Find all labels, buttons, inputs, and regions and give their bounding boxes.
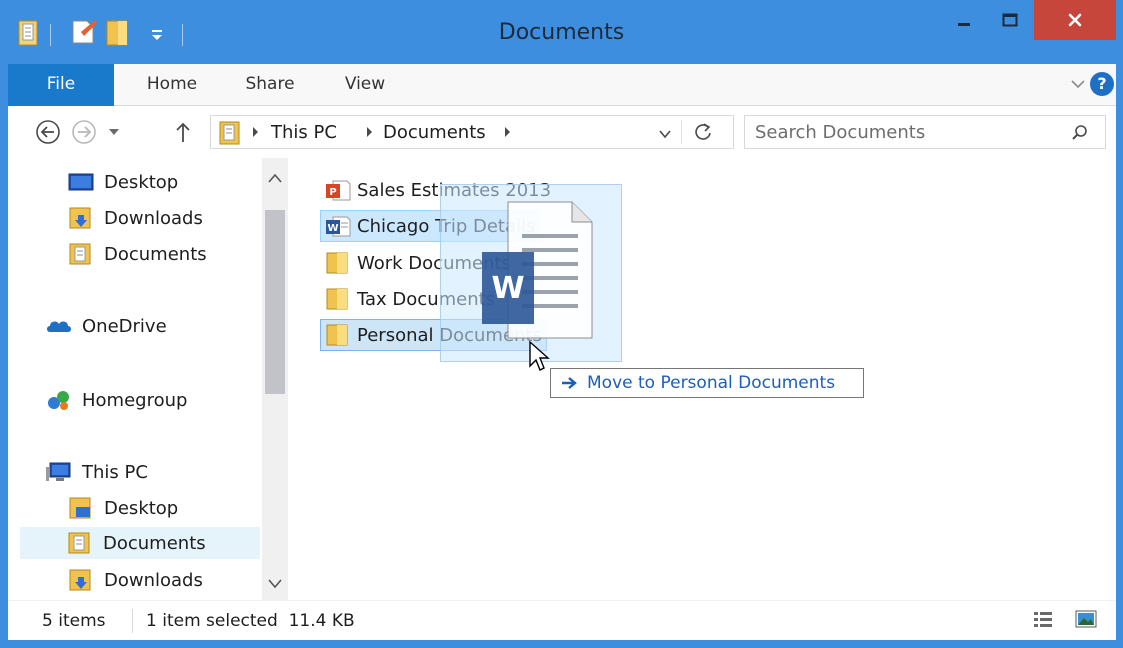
- address-divider: [681, 120, 682, 144]
- back-arrow-icon: [36, 120, 60, 144]
- chevron-down-icon: [109, 129, 119, 135]
- nav-item-label: Desktop: [104, 171, 179, 193]
- tab-view[interactable]: View: [330, 64, 400, 106]
- drag-tooltip-text: Move to Personal Documents: [587, 373, 836, 393]
- documents-folder-icon: [68, 532, 90, 554]
- powerpoint-file-icon: P: [326, 180, 351, 201]
- large-icons-view-icon[interactable]: [1074, 609, 1098, 629]
- status-divider: [132, 609, 133, 633]
- breadcrumb-separator-icon: [367, 127, 372, 137]
- up-arrow-icon: [176, 122, 190, 142]
- ribbon-tabs: File Home Share View ?: [8, 64, 1116, 106]
- computer-icon: [46, 462, 71, 481]
- nav-item-label: Documents: [103, 532, 206, 554]
- dragged-word-document-icon: W: [482, 201, 593, 339]
- help-button[interactable]: ?: [1090, 72, 1114, 96]
- drag-badge-letter: W: [491, 271, 524, 306]
- navigation-bar: This PC Documents: [8, 106, 1116, 158]
- maximize-button[interactable]: [988, 0, 1032, 40]
- maximize-icon: [1002, 13, 1018, 27]
- search-input[interactable]: [755, 120, 1055, 144]
- search-icon[interactable]: [1071, 124, 1089, 142]
- desktop-folder-icon: [69, 497, 91, 519]
- status-bar: 5 items 1 item selected 11.4 KB: [8, 600, 1116, 640]
- close-icon: [1068, 13, 1082, 27]
- breadcrumb-separator-icon: [253, 127, 258, 137]
- search-box[interactable]: [744, 115, 1106, 149]
- nav-item-label: Downloads: [104, 207, 203, 229]
- downloads-folder-icon: [69, 569, 91, 591]
- refresh-icon[interactable]: [693, 122, 713, 142]
- up-button[interactable]: [172, 118, 194, 146]
- folder-icon: [326, 252, 348, 274]
- nav-item-label: Homegroup: [82, 389, 188, 411]
- svg-text:W: W: [327, 223, 338, 234]
- expand-ribbon-chevron-icon[interactable]: [1068, 72, 1088, 96]
- documents-folder-icon: [219, 121, 240, 145]
- svg-text:P: P: [329, 187, 336, 198]
- recent-locations-button[interactable]: [104, 118, 124, 146]
- title-bar[interactable]: Documents: [0, 0, 1123, 64]
- breadcrumb-this-pc[interactable]: This PC: [271, 122, 337, 143]
- folder-icon: [326, 324, 348, 346]
- details-view-icon[interactable]: [1032, 609, 1054, 629]
- item-count: 5 items: [42, 611, 106, 631]
- scroll-down-icon[interactable]: [268, 578, 282, 590]
- onedrive-icon: [47, 321, 71, 332]
- tab-file[interactable]: File: [8, 64, 114, 106]
- nav-item-label: Downloads: [104, 569, 203, 591]
- move-arrow-icon: [562, 377, 577, 389]
- address-bar[interactable]: This PC Documents: [210, 115, 734, 149]
- back-button[interactable]: [34, 118, 62, 146]
- word-file-icon: W: [326, 216, 351, 237]
- tab-share[interactable]: Share: [230, 64, 310, 106]
- nav-scrollbar-thumb[interactable]: [265, 210, 285, 394]
- nav-item-homegroup[interactable]: Homegroup: [46, 384, 286, 416]
- nav-item-onedrive[interactable]: OneDrive: [46, 310, 286, 342]
- nav-item-label: Desktop: [104, 497, 179, 519]
- nav-item-this-pc[interactable]: This PC: [46, 456, 286, 488]
- nav-item-pc-documents[interactable]: Documents: [20, 527, 260, 559]
- breadcrumb-documents[interactable]: Documents: [383, 122, 486, 143]
- homegroup-icon: [48, 391, 69, 410]
- desktop-icon: [68, 173, 94, 191]
- nav-scrollbar[interactable]: [262, 158, 288, 600]
- minimize-icon: [958, 23, 970, 26]
- downloads-folder-icon: [69, 207, 91, 229]
- scroll-up-icon[interactable]: [268, 172, 282, 184]
- forward-button[interactable]: [70, 118, 98, 146]
- drag-tooltip: Move to Personal Documents: [550, 368, 864, 398]
- navigation-pane: Desktop Downloads Documents OneDrive Hom…: [8, 158, 290, 600]
- explorer-window: Documents File Home Share View ? This PC…: [0, 0, 1123, 648]
- tab-home[interactable]: Home: [132, 64, 212, 106]
- address-history-chevron-icon[interactable]: [657, 128, 673, 140]
- nav-item-label: This PC: [82, 461, 148, 483]
- forward-arrow-icon: [72, 120, 96, 144]
- nav-item-label: OneDrive: [82, 315, 167, 337]
- folder-icon: [326, 288, 348, 310]
- nav-item-label: Documents: [104, 243, 207, 265]
- mouse-pointer-icon: [529, 340, 550, 371]
- minimize-button[interactable]: [942, 0, 986, 40]
- breadcrumb-separator-icon[interactable]: [503, 125, 513, 139]
- selection-info: 1 item selected 11.4 KB: [146, 611, 355, 631]
- close-button[interactable]: [1034, 0, 1116, 40]
- documents-folder-icon: [69, 243, 91, 265]
